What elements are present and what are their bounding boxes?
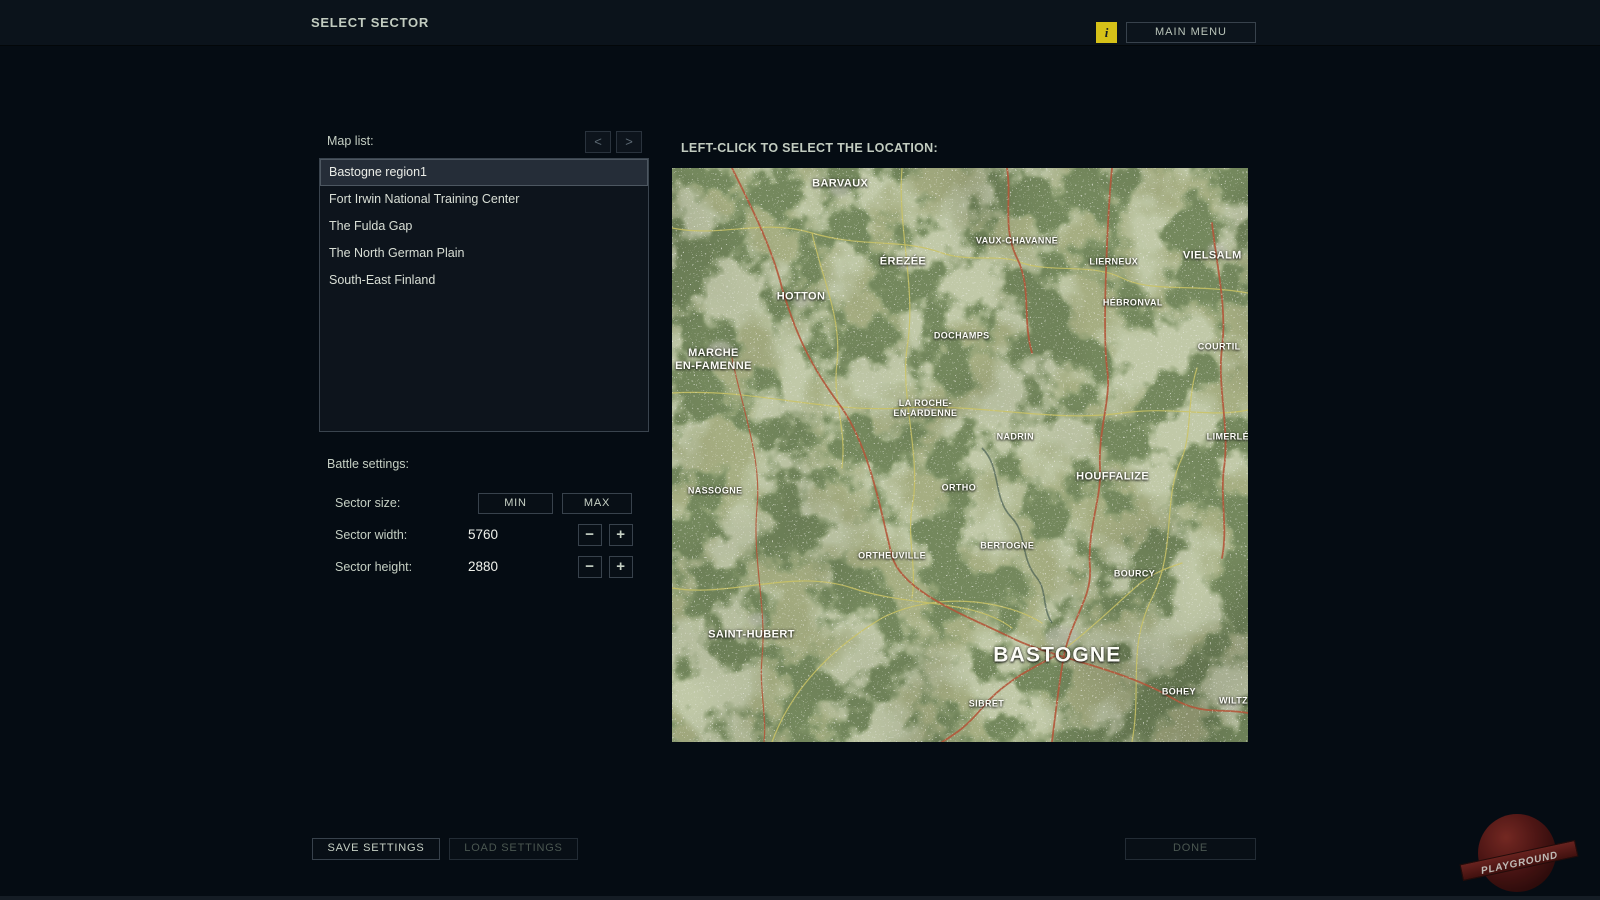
map-town-label: LIMERLÉ xyxy=(1206,431,1248,442)
watermark-ribbon: PLAYGROUND xyxy=(1459,839,1579,882)
sector-height-value: 2880 xyxy=(468,559,499,574)
top-bar: SELECT SECTOR i MAIN MENU xyxy=(0,0,1600,46)
map-town-label: BARVAUX xyxy=(812,177,869,190)
sector-height-increment-button[interactable]: + xyxy=(609,556,633,578)
save-settings-button[interactable]: SAVE SETTINGS xyxy=(312,838,440,860)
battle-settings-label: Battle settings: xyxy=(327,457,409,471)
map-town-label: DOCHAMPS xyxy=(933,330,990,341)
map-town-label: HOUFFALIZE xyxy=(1076,470,1150,483)
sector-size-label: Sector size: xyxy=(335,496,401,510)
map-instruction-label: LEFT-CLICK TO SELECT THE LOCATION: xyxy=(681,141,938,155)
map-list-item[interactable]: Bastogne region1 xyxy=(320,159,648,186)
map-list: Bastogne region1 Fort Irwin National Tra… xyxy=(319,158,649,432)
map-list-item[interactable]: Fort Irwin National Training Center xyxy=(320,186,648,213)
sector-height-decrement-button[interactable]: − xyxy=(578,556,602,578)
sector-height-label: Sector height: xyxy=(335,560,413,574)
map-town-label: LIERNEUX xyxy=(1089,256,1139,267)
map-town-label: LA ROCHE- EN-ARDENNE xyxy=(893,397,958,419)
sector-size-max-button[interactable]: MAX xyxy=(562,493,632,514)
map-town-label: VAUX-CHAVANNE xyxy=(975,236,1059,247)
map-town-label: HOTTON xyxy=(776,290,826,303)
map-town-label: SIBRET xyxy=(968,698,1005,709)
map-town-label: COURTIL xyxy=(1197,341,1241,352)
info-button[interactable]: i xyxy=(1096,22,1117,43)
watermark-text: PLAYGROUND xyxy=(1480,849,1560,877)
sector-size-min-button[interactable]: MIN xyxy=(478,493,553,514)
map-town-label: VIELSALM xyxy=(1182,249,1242,262)
map-list-prev-button[interactable]: < xyxy=(585,131,611,153)
playground-watermark: PLAYGROUND xyxy=(1459,812,1579,898)
load-settings-button[interactable]: LOAD SETTINGS xyxy=(449,838,578,860)
sector-map[interactable]: BARVAUX VAUX-CHAVANNE ÉREZÉE LIERNEUX VIELSA… xyxy=(672,168,1248,742)
sector-width-value: 5760 xyxy=(468,527,499,542)
map-list-item[interactable]: The Fulda Gap xyxy=(320,213,648,240)
bottom-edge-strip xyxy=(0,896,1600,900)
map-list-item[interactable]: South-East Finland xyxy=(320,267,648,294)
map-town-label: NASSOGNE xyxy=(687,485,743,496)
map-list-item[interactable]: The North German Plain xyxy=(320,240,648,267)
map-town-label: WILTZ xyxy=(1219,695,1248,706)
map-town-label: NADRIN xyxy=(996,431,1034,442)
map-town-label: BOURCY xyxy=(1113,568,1156,579)
sector-width-label: Sector width: xyxy=(335,528,408,542)
page-title: SELECT SECTOR xyxy=(311,15,429,30)
map-town-label: ÉREZÉE xyxy=(879,254,927,267)
sector-width-increment-button[interactable]: + xyxy=(609,524,633,546)
map-town-label: SAINT-HUBERT xyxy=(708,628,795,641)
map-town-label: HÉBRONVAL xyxy=(1102,298,1163,309)
map-town-label: ORTHEUVILLE xyxy=(858,550,926,561)
map-list-next-button[interactable]: > xyxy=(616,131,642,153)
map-town-label: ORTHO xyxy=(941,482,977,493)
sector-width-decrement-button[interactable]: − xyxy=(578,524,602,546)
watermark-sphere-icon xyxy=(1478,814,1556,892)
done-button[interactable]: DONE xyxy=(1125,838,1256,860)
select-sector-screen: { "header": { "title": "SELECT SECTOR", … xyxy=(0,0,1600,900)
map-list-label: Map list: xyxy=(327,134,374,148)
map-town-label: MARCHE EN-FAMENNE xyxy=(675,346,752,372)
map-town-labels: BARVAUX VAUX-CHAVANNE ÉREZÉE LIERNEUX VIELSA… xyxy=(672,168,1248,742)
main-menu-button[interactable]: MAIN MENU xyxy=(1126,22,1256,43)
map-town-label: BOHEY xyxy=(1161,686,1196,697)
map-town-label: BASTOGNE xyxy=(993,643,1122,667)
map-town-label: BERTOGNE xyxy=(980,540,1035,551)
